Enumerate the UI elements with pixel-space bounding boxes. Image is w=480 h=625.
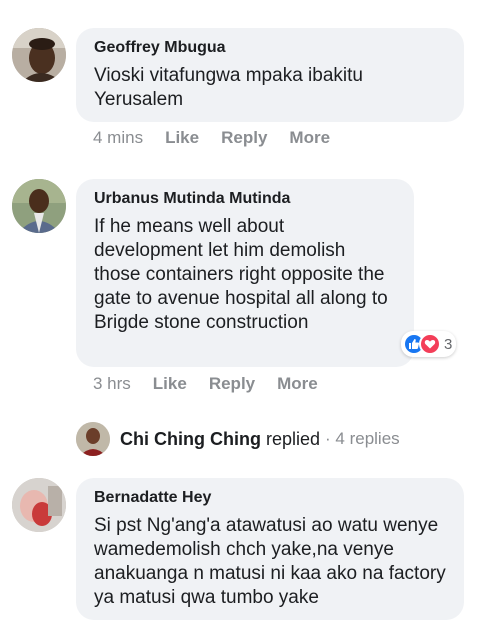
- comment-author[interactable]: Urbanus Mutinda Mutinda: [94, 189, 398, 209]
- avatar[interactable]: [12, 478, 66, 532]
- like-button[interactable]: Like: [153, 374, 187, 394]
- reaction-count: 3: [444, 335, 453, 353]
- comment-text: Vioski vitafungwa mpaka ibakitu Yerusale…: [94, 65, 363, 110]
- comment-timestamp[interactable]: 4 mins: [93, 128, 143, 148]
- comment-bubble: Geoffrey Mbugua Vioski vitafungwa mpaka …: [76, 28, 464, 122]
- comment-bubble: Urbanus Mutinda Mutinda If he means well…: [76, 179, 414, 367]
- reply-button[interactable]: Reply: [209, 374, 255, 394]
- avatar[interactable]: [12, 179, 66, 233]
- reactions-summary[interactable]: 3: [401, 331, 457, 357]
- reply-author[interactable]: Chi Ching Ching: [120, 429, 261, 450]
- profile-photo-icon: [12, 478, 66, 532]
- reply-count[interactable]: · 4 replies: [325, 429, 400, 449]
- comment-actions: 4 mins Like Reply More: [93, 128, 352, 148]
- love-icon: [419, 333, 441, 355]
- comment-bubble: Bernadatte Hey Si pst Ng'ang'a atawatusi…: [76, 478, 464, 620]
- comment-timestamp[interactable]: 3 hrs: [93, 374, 131, 394]
- comment-actions: 3 hrs Like Reply More: [93, 374, 340, 394]
- avatar[interactable]: [12, 28, 66, 82]
- reply-verb: replied: [265, 428, 321, 449]
- profile-photo-icon: [12, 28, 66, 82]
- view-replies-link[interactable]: Chi Ching Ching replied · 4 replies: [76, 422, 400, 456]
- reply-button[interactable]: Reply: [221, 128, 267, 148]
- comment-text: If he means well about development let h…: [94, 216, 388, 333]
- more-button[interactable]: More: [277, 374, 318, 394]
- more-button[interactable]: More: [289, 128, 330, 148]
- profile-photo-icon: [76, 422, 110, 456]
- like-button[interactable]: Like: [165, 128, 199, 148]
- avatar: [76, 422, 110, 456]
- comment-author[interactable]: Bernadatte Hey: [94, 488, 448, 508]
- comment-text: Si pst Ng'ang'a atawatusi ao watu wenye …: [94, 515, 446, 608]
- profile-photo-icon: [12, 179, 66, 233]
- comment-author[interactable]: Geoffrey Mbugua: [94, 38, 448, 58]
